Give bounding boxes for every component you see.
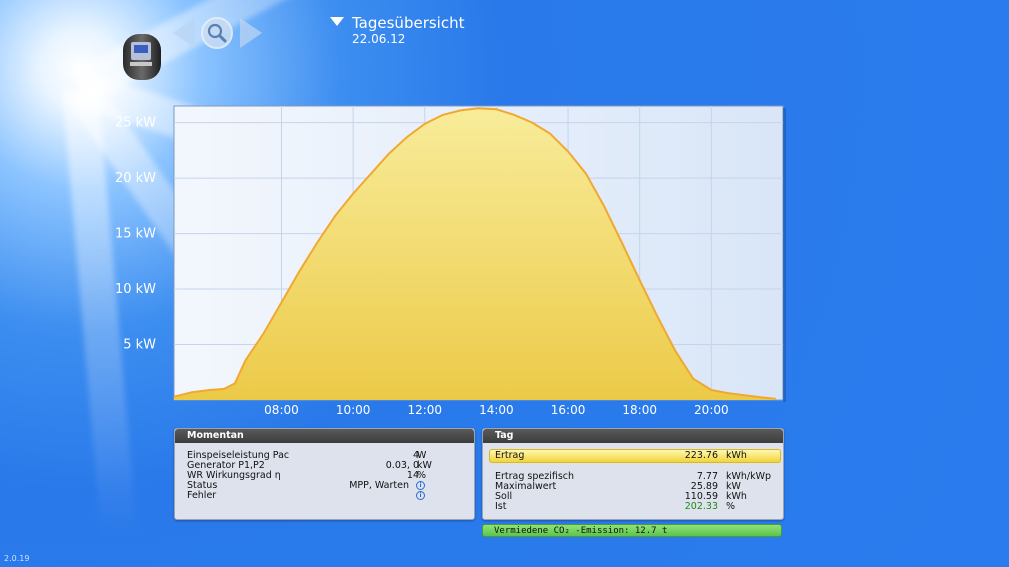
plot-shadow [783,108,786,402]
ertrag-row: Ertrag 223.76 kWh [495,450,780,461]
x-tick-label: 16:00 [551,403,586,417]
row-label: Ertrag [495,450,525,461]
momentan-row: Fehler i [187,490,467,501]
y-tick-label: 20 kW [115,171,156,186]
tag-panel: Tag Ertrag 223.76 kWh Ertrag spezifisch … [482,428,784,520]
row-value: 202.33 [684,501,718,512]
error-info-icon[interactable]: i [416,491,425,500]
x-tick-label: 12:00 [407,403,442,417]
y-tick-label: 5 kW [123,338,156,353]
version-label: 2.0.19 [4,554,30,563]
co2-emission-bar: Vermiedene CO₂ -Emission: 12.7 t [482,524,782,537]
row-unit: % [726,501,736,512]
x-tick-label: 18:00 [622,403,657,417]
row-label: Ist [495,501,507,512]
x-tick-label: 10:00 [336,403,371,417]
momentan-title: Momentan [175,429,474,443]
momentan-panel: Momentan Einspeiseleistung Pac 4 W Gener… [174,428,475,520]
y-tick-label: 15 kW [115,227,156,242]
tag-row: Ist 202.33 % [495,501,780,512]
status-info-icon[interactable]: i [416,481,425,490]
x-tick-label: 20:00 [694,403,729,417]
row-label: Fehler [187,490,217,501]
y-tick-label: 10 kW [115,282,156,297]
power-chart: 5 kW 10 kW 15 kW 20 kW 25 kW 08:00 10:00 12:00… [115,105,786,417]
row-value: 223.76 [684,450,718,461]
x-tick-label: 08:00 [264,403,299,417]
tag-title: Tag [483,429,783,443]
y-tick-label: 25 kW [115,116,156,131]
x-tick-label: 14:00 [479,403,514,417]
row-unit: kWh [726,450,747,461]
